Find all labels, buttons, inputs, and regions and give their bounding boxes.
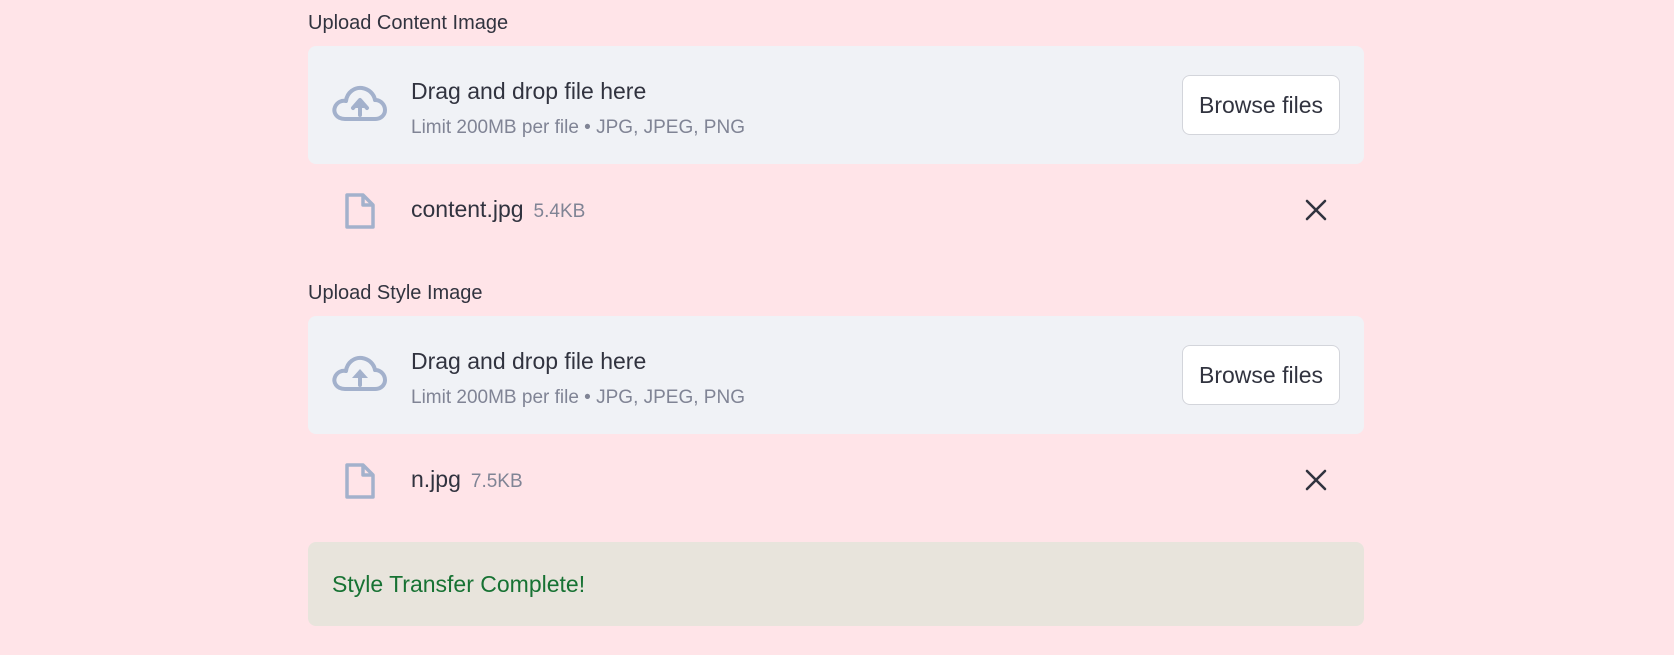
- drop-title: Drag and drop file here: [411, 78, 647, 104]
- file-size: 7.5KB: [470, 471, 523, 492]
- style-dropzone[interactable]: Drag and drop file here Limit 200MB per …: [308, 316, 1364, 434]
- cloud-upload-icon: [332, 355, 387, 391]
- main-content: Upload Content Image Drag and drop file …: [308, 0, 1364, 626]
- success-alert: Style Transfer Complete!: [308, 542, 1364, 626]
- style-uploaded-file: n.jpg 7.5KB: [308, 434, 1364, 530]
- style-image-uploader: Upload Style Image Drag and drop file he…: [308, 270, 1364, 530]
- file-icon: [345, 193, 375, 229]
- content-image-uploader: Upload Content Image Drag and drop file …: [308, 0, 1364, 260]
- drop-title: Drag and drop file here: [411, 348, 647, 374]
- success-message: Style Transfer Complete!: [332, 571, 586, 597]
- close-icon[interactable]: [1304, 198, 1328, 222]
- content-browse-files-button[interactable]: Browse files: [1182, 75, 1340, 135]
- file-name: content.jpg: [411, 196, 524, 222]
- file-size: 5.4KB: [533, 201, 586, 222]
- content-uploader-label: Upload Content Image: [308, 12, 509, 34]
- close-icon[interactable]: [1304, 468, 1328, 492]
- uploaded-file-info: n.jpg 7.5KB: [411, 464, 523, 497]
- drop-limit: Limit 200MB per file • JPG, JPEG, PNG: [411, 387, 745, 408]
- content-dropzone[interactable]: Drag and drop file here Limit 200MB per …: [308, 46, 1364, 164]
- style-dropzone-instructions: Drag and drop file here Limit 200MB per …: [411, 346, 745, 410]
- cloud-upload-icon: [332, 85, 387, 121]
- style-browse-files-button[interactable]: Browse files: [1182, 345, 1340, 405]
- file-icon: [345, 463, 375, 499]
- uploaded-file-info: content.jpg 5.4KB: [411, 194, 585, 227]
- content-uploaded-file: content.jpg 5.4KB: [308, 164, 1364, 260]
- drop-limit: Limit 200MB per file • JPG, JPEG, PNG: [411, 117, 745, 138]
- content-dropzone-instructions: Drag and drop file here Limit 200MB per …: [411, 76, 745, 140]
- style-uploader-label: Upload Style Image: [308, 282, 483, 304]
- file-name: n.jpg: [411, 466, 461, 492]
